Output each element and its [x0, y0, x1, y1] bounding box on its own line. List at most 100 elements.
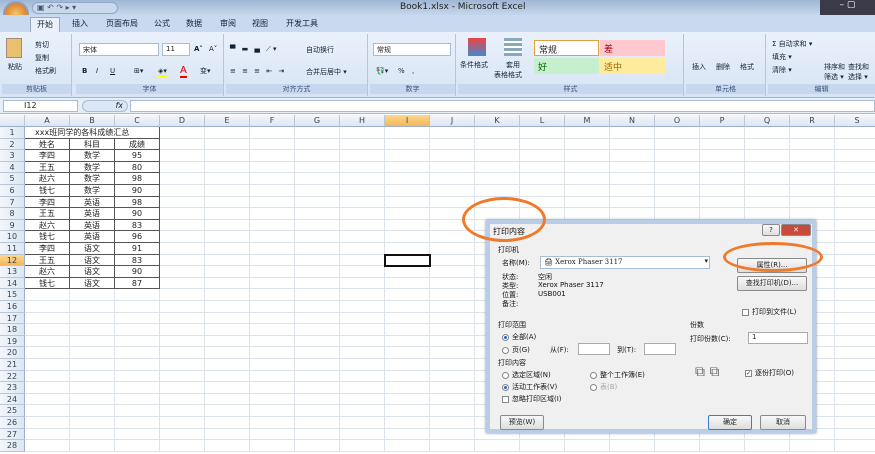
- cell[interactable]: [340, 277, 385, 290]
- cell[interactable]: [790, 208, 835, 220]
- cell[interactable]: [295, 393, 340, 406]
- cell[interactable]: [295, 219, 340, 232]
- cell[interactable]: 语文: [70, 254, 115, 267]
- row-header[interactable]: 8: [0, 208, 25, 220]
- cell[interactable]: [340, 370, 385, 383]
- cell[interactable]: [655, 138, 700, 151]
- cell[interactable]: [25, 289, 70, 301]
- cell[interactable]: [835, 405, 875, 417]
- cell[interactable]: [520, 185, 565, 197]
- cell[interactable]: [25, 359, 70, 371]
- cell[interactable]: [610, 138, 655, 151]
- cell[interactable]: [250, 440, 295, 452]
- cell[interactable]: [790, 150, 835, 162]
- cell[interactable]: [835, 208, 875, 220]
- delete-cells-button[interactable]: 删除: [716, 62, 730, 72]
- border-button[interactable]: ⊞▾: [134, 67, 143, 75]
- cell[interactable]: [340, 324, 385, 336]
- cell[interactable]: [430, 138, 475, 151]
- cell[interactable]: [700, 196, 745, 209]
- horizontal-align-buttons[interactable]: ≡ ≡ ≡ ⇤ ⇥: [230, 67, 286, 75]
- cell[interactable]: [160, 417, 205, 429]
- style-bad[interactable]: 差: [600, 40, 665, 56]
- cell[interactable]: [250, 196, 295, 209]
- cell[interactable]: [385, 324, 430, 336]
- cell[interactable]: [295, 243, 340, 255]
- cell[interactable]: [340, 335, 385, 348]
- cell[interactable]: [25, 417, 70, 429]
- cell[interactable]: 95: [115, 150, 160, 162]
- cell[interactable]: [790, 440, 835, 452]
- cell[interactable]: [250, 417, 295, 429]
- cell[interactable]: [835, 313, 875, 325]
- cell[interactable]: [475, 127, 520, 139]
- row-header[interactable]: 13: [0, 266, 25, 278]
- cell[interactable]: [385, 173, 430, 185]
- comma-button[interactable]: ,: [412, 67, 414, 75]
- cell[interactable]: [430, 405, 475, 417]
- cell[interactable]: [115, 289, 160, 301]
- paste-button[interactable]: 粘贴: [8, 62, 22, 72]
- style-normal[interactable]: 常规: [534, 40, 599, 56]
- cell[interactable]: [385, 312, 430, 325]
- chevron-down-icon[interactable]: ▾: [704, 257, 708, 265]
- cell[interactable]: [340, 243, 385, 255]
- cell[interactable]: [475, 173, 520, 185]
- cell[interactable]: 80: [115, 161, 160, 174]
- cell[interactable]: [385, 417, 430, 429]
- cell[interactable]: [25, 324, 70, 336]
- cell[interactable]: [115, 428, 160, 441]
- tab-3[interactable]: 公式: [148, 17, 176, 30]
- cell[interactable]: [340, 301, 385, 313]
- merge-center-button[interactable]: 合并后居中 ▾: [306, 67, 347, 77]
- cell[interactable]: [160, 277, 205, 290]
- cell[interactable]: [610, 185, 655, 197]
- cell[interactable]: [295, 266, 340, 278]
- cell[interactable]: [835, 347, 875, 359]
- cell[interactable]: [835, 301, 875, 313]
- row-header[interactable]: 3: [0, 150, 25, 162]
- cell[interactable]: 钱七: [25, 277, 70, 290]
- cell[interactable]: [250, 289, 295, 301]
- cell[interactable]: [565, 185, 610, 197]
- cell[interactable]: [295, 150, 340, 162]
- cell[interactable]: [205, 127, 250, 139]
- cell[interactable]: [160, 301, 205, 313]
- cell[interactable]: [70, 127, 115, 139]
- tab-2[interactable]: 页面布局: [100, 17, 144, 30]
- cell[interactable]: [385, 277, 430, 290]
- cell[interactable]: [160, 428, 205, 441]
- cell[interactable]: [160, 289, 205, 301]
- cell[interactable]: 数学: [70, 173, 115, 185]
- cell[interactable]: [340, 393, 385, 406]
- currency-button[interactable]: 💱▾: [376, 67, 388, 75]
- cell[interactable]: [70, 324, 115, 336]
- cell[interactable]: [250, 150, 295, 162]
- cell[interactable]: [160, 243, 205, 255]
- cell[interactable]: 科目: [70, 138, 115, 151]
- cell[interactable]: 98: [115, 196, 160, 209]
- cell[interactable]: [205, 405, 250, 417]
- cell[interactable]: [295, 208, 340, 220]
- cell[interactable]: 91: [115, 243, 160, 255]
- underline-button[interactable]: U: [110, 67, 115, 75]
- cell[interactable]: [430, 254, 475, 267]
- ignore-print-area-checkbox[interactable]: 忽略打印区域(I): [502, 394, 562, 404]
- name-box[interactable]: I12: [3, 100, 78, 112]
- cell[interactable]: [430, 266, 475, 278]
- autosum-button[interactable]: Σ 自动求和 ▾: [772, 39, 812, 49]
- cell[interactable]: [205, 266, 250, 278]
- cell[interactable]: [385, 347, 430, 359]
- format-cells-button[interactable]: 格式: [740, 62, 754, 72]
- cell[interactable]: 钱七: [25, 231, 70, 243]
- row-header[interactable]: 7: [0, 196, 25, 209]
- row-header[interactable]: 2: [0, 138, 25, 151]
- cell[interactable]: [700, 440, 745, 452]
- shrink-font-button[interactable]: A˅: [209, 45, 217, 53]
- column-header[interactable]: H: [340, 115, 385, 127]
- cell[interactable]: [205, 231, 250, 243]
- cell[interactable]: [250, 185, 295, 197]
- cell[interactable]: [745, 150, 790, 162]
- cell[interactable]: [160, 219, 205, 232]
- cell[interactable]: [160, 347, 205, 359]
